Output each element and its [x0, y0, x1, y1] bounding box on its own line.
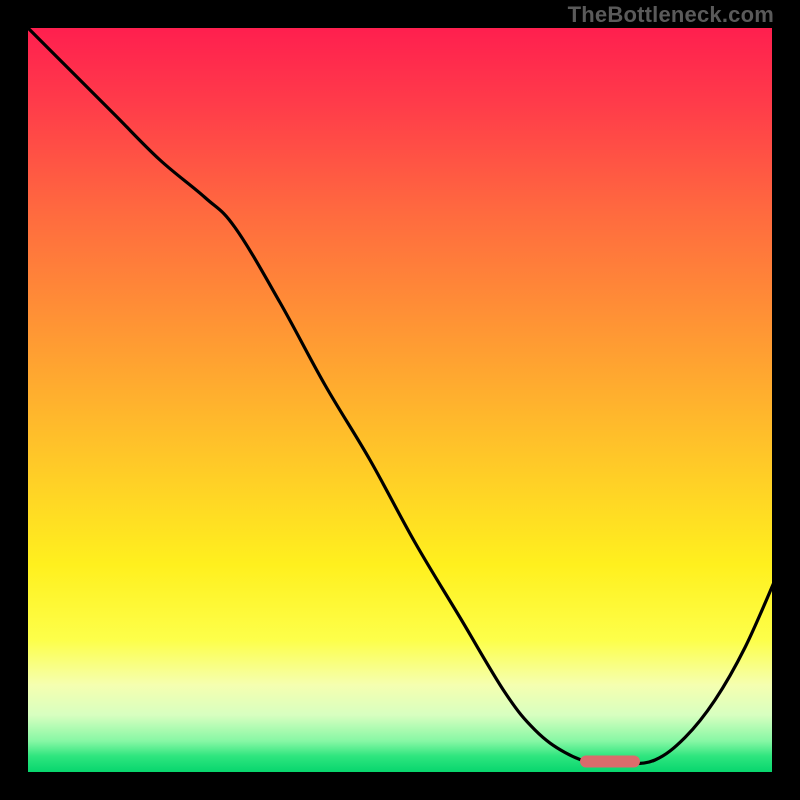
chart-frame	[25, 25, 775, 775]
optimal-marker	[580, 756, 640, 768]
bottleneck-chart	[25, 25, 775, 775]
